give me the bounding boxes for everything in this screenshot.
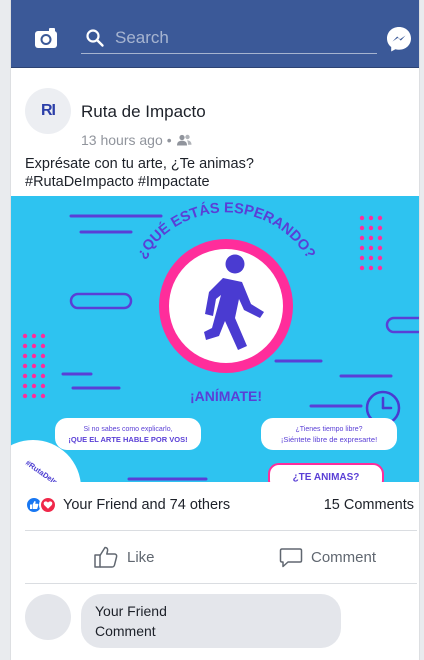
- left-bubble-line1: Si no sabes como explicarlo,: [83, 426, 172, 433]
- post-author[interactable]: Ruta de Impacto: [81, 102, 206, 122]
- reactions-summary[interactable]: Your Friend and 74 others: [25, 496, 230, 514]
- commenter-name[interactable]: Your Friend: [95, 601, 341, 621]
- love-reaction-icon: [39, 496, 57, 514]
- post-caption: Exprésate con tu arte, ¿Te animas? #Ruta…: [25, 155, 415, 191]
- divider: [25, 530, 417, 531]
- comment-bubble[interactable]: Your Friend Comment: [81, 594, 341, 648]
- reactions-text: Your Friend and 74 others: [63, 497, 231, 513]
- search-bar[interactable]: [81, 24, 377, 54]
- comment-button[interactable]: Comment: [279, 540, 376, 574]
- image-badge: ¿TE ANIMAS?: [293, 472, 360, 482]
- like-label: Like: [127, 548, 155, 566]
- top-bar: [11, 0, 419, 68]
- feed-post-frame: RI Ruta de Impacto 13 hours ago • Exprés…: [10, 0, 420, 660]
- divider: [25, 583, 417, 584]
- right-bubble-line1: ¿Tienes tiempo libre?: [295, 426, 362, 433]
- post-timestamp[interactable]: 13 hours ago: [81, 132, 163, 148]
- comment-icon: [279, 548, 303, 568]
- comment-label: Comment: [311, 548, 377, 566]
- right-bubble-line2: ¡Siéntete libre de expresarte!: [281, 435, 377, 444]
- post-meta: 13 hours ago •: [81, 132, 192, 148]
- comment-text: Comment: [95, 623, 156, 639]
- avatar-initials: RI: [41, 102, 56, 119]
- meta-dot: •: [166, 132, 172, 148]
- image-cta: ¡ANÍMATE!: [190, 388, 262, 404]
- post-illustration: ¿QUÉ ESTÁS ESPERANDO? ¡ANÍMATE! Si no sa…: [11, 196, 419, 482]
- friends-icon: [176, 134, 192, 146]
- caption-line: Exprésate con tu arte, ¿Te animas?: [25, 156, 254, 172]
- caption-hashtags[interactable]: #RutaDeImpacto #Impactate: [25, 173, 415, 191]
- left-bubble-line2: ¡QUE EL ARTE HABLE POR VOS!: [68, 435, 187, 444]
- thumbs-up-icon: [94, 546, 118, 568]
- camera-icon[interactable]: [34, 27, 58, 49]
- post-image[interactable]: ¿QUÉ ESTÁS ESPERANDO? ¡ANÍMATE! Si no sa…: [11, 196, 419, 482]
- search-input[interactable]: [115, 26, 365, 50]
- comments-count[interactable]: 15 Comments: [324, 497, 414, 513]
- messenger-icon[interactable]: [384, 24, 414, 54]
- search-icon: [86, 29, 104, 47]
- like-button[interactable]: Like: [93, 540, 155, 574]
- commenter-avatar[interactable]: [25, 594, 71, 640]
- page-avatar[interactable]: RI: [25, 88, 71, 134]
